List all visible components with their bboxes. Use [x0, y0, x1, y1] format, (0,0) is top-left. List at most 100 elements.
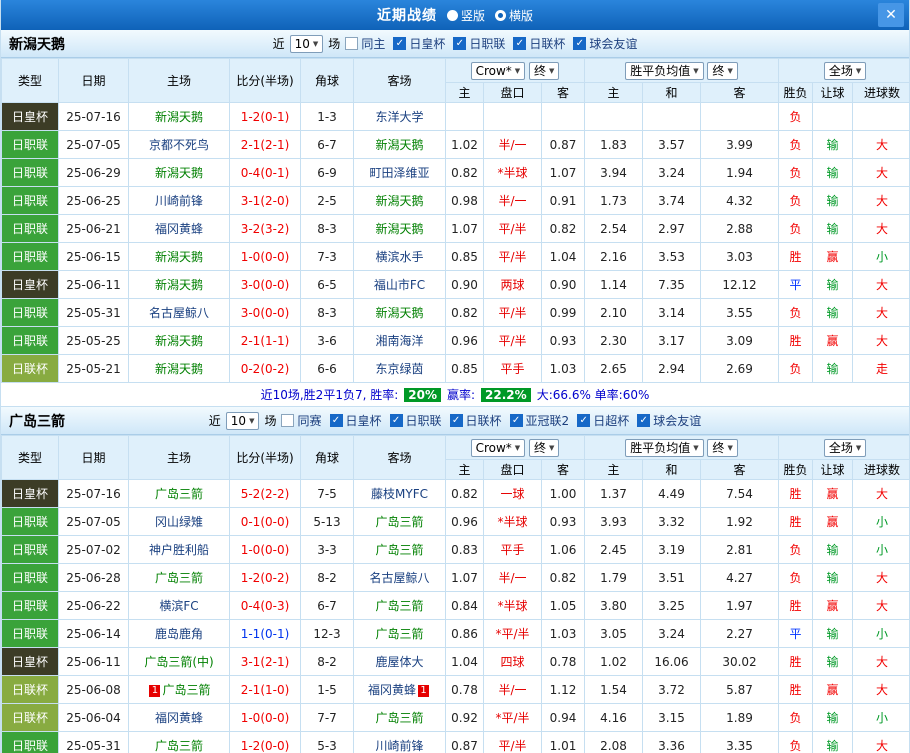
- filter-checkbox[interactable]: ✓ 亚冠联2: [509, 412, 569, 429]
- filter-checkbox[interactable]: 同主: [345, 35, 385, 52]
- corners-cell: 1-5: [300, 675, 354, 704]
- avg-final-select[interactable]: 终 ▼: [707, 61, 738, 80]
- away-team-name[interactable]: 名古屋鲸八: [369, 571, 429, 585]
- match-count-select[interactable]: 10 ▼: [289, 34, 324, 53]
- home-team-name[interactable]: 横滨FC: [159, 599, 198, 613]
- scope-header-group: 全场 ▼: [778, 435, 909, 460]
- score-link[interactable]: 0-2(0-2): [241, 362, 290, 376]
- filter-checkbox[interactable]: ✓ 球会友谊: [637, 412, 701, 429]
- score-link[interactable]: 3-0(0-0): [241, 278, 290, 292]
- home-team-name[interactable]: 冈山绿雉: [155, 515, 203, 529]
- match-date-cell: 25-06-11: [58, 647, 129, 676]
- score-link[interactable]: 1-2(0-1): [241, 110, 290, 124]
- odds-final-select[interactable]: 终 ▼: [529, 438, 560, 457]
- away-team-name[interactable]: 广岛三箭: [375, 627, 423, 641]
- home-team-name[interactable]: 新潟天鹅: [155, 110, 203, 124]
- odds-company-select[interactable]: Crow* ▼: [470, 438, 526, 457]
- match-type-cell: 日职联: [1, 619, 59, 648]
- avg-final-select[interactable]: 终 ▼: [707, 438, 738, 457]
- home-team-name[interactable]: 福冈黄蜂: [155, 711, 203, 725]
- home-team-name[interactable]: 京都不死鸟: [149, 138, 209, 152]
- away-team-name[interactable]: 川崎前锋: [375, 739, 423, 753]
- match-row: 日职联 25-07-02 神户胜利船 1-0(0-0) 3-3 广岛三箭 0.83 平手 1.0…: [1, 535, 909, 564]
- away-team-name[interactable]: 广岛三箭: [375, 515, 423, 529]
- home-team-name[interactable]: 广岛三箭: [162, 683, 210, 697]
- score-link[interactable]: 1-1(0-1): [241, 627, 290, 641]
- filter-checkbox[interactable]: ✓ 日联杯: [513, 35, 565, 52]
- score-cell: 3-1(2-0): [229, 186, 301, 215]
- match-count-select[interactable]: 10 ▼: [225, 411, 260, 430]
- away-team-name[interactable]: 湘南海洋: [375, 334, 423, 348]
- away-team-name[interactable]: 新潟天鹅: [375, 306, 423, 320]
- scope-select[interactable]: 全场 ▼: [823, 438, 867, 457]
- score-link[interactable]: 3-1(2-1): [241, 655, 290, 669]
- home-team-name[interactable]: 新潟天鹅: [155, 362, 203, 376]
- away-team-name[interactable]: 鹿屋体大: [375, 655, 423, 669]
- away-team-name[interactable]: 东京绿茵: [375, 362, 423, 376]
- subcol-home-odds: 主: [445, 459, 484, 480]
- score-cell: 2-1(1-1): [229, 326, 301, 355]
- avg-odds-select[interactable]: 胜平负均值 ▼: [625, 61, 704, 80]
- home-team-name[interactable]: 名古屋鲸八: [149, 306, 209, 320]
- close-icon[interactable]: ✕: [878, 3, 904, 27]
- home-team-name[interactable]: 鹿岛鹿角: [155, 627, 203, 641]
- filter-checkbox[interactable]: ✓ 日联杯: [449, 412, 502, 429]
- away-team-name[interactable]: 福冈黄蜂: [368, 683, 416, 697]
- avg-away-cell: 12.12: [700, 270, 780, 299]
- filter-checkbox[interactable]: ✓ 日职联: [389, 412, 442, 429]
- filter-checkbox[interactable]: ✓ 日超杯: [577, 412, 629, 429]
- scope-select[interactable]: 全场 ▼: [823, 61, 867, 80]
- match-type-cell: 日职联: [1, 186, 59, 215]
- score-link[interactable]: 1-2(0-0): [241, 739, 290, 753]
- home-team-name[interactable]: 新潟天鹅: [155, 278, 203, 292]
- home-team-name[interactable]: 广岛三箭: [155, 739, 203, 753]
- col-type: 类型: [1, 435, 59, 480]
- filter-checkbox[interactable]: ✓ 日职联: [453, 35, 505, 52]
- score-link[interactable]: 0-1(0-0): [241, 515, 290, 529]
- away-team-name[interactable]: 横滨水手: [375, 250, 423, 264]
- score-link[interactable]: 2-1(2-1): [241, 138, 290, 152]
- odds-final-select[interactable]: 终 ▼: [529, 61, 560, 80]
- away-team-name[interactable]: 广岛三箭: [375, 543, 423, 557]
- home-team-name[interactable]: 新潟天鹅: [155, 250, 203, 264]
- filter-checkbox[interactable]: ✓ 日皇杯: [393, 35, 445, 52]
- away-team-name[interactable]: 福山市FC: [374, 278, 425, 292]
- score-link[interactable]: 3-0(0-0): [241, 306, 290, 320]
- avg-odds-select[interactable]: 胜平负均值 ▼: [625, 438, 704, 457]
- score-link[interactable]: 1-0(0-0): [241, 711, 290, 725]
- score-link[interactable]: 2-1(1-1): [241, 334, 290, 348]
- home-team-name[interactable]: 广岛三箭: [155, 487, 203, 501]
- home-team-name[interactable]: 福冈黄蜂: [155, 222, 203, 236]
- match-date-cell: 25-06-08: [58, 675, 129, 704]
- score-link[interactable]: 3-2(3-2): [241, 222, 290, 236]
- score-link[interactable]: 3-1(2-0): [241, 194, 290, 208]
- away-team-name[interactable]: 新潟天鹅: [375, 222, 423, 236]
- away-team-name[interactable]: 藤枝MYFC: [371, 487, 428, 501]
- score-link[interactable]: 2-1(1-0): [241, 683, 290, 697]
- home-team-name[interactable]: 新潟天鹅: [155, 334, 203, 348]
- home-team-name[interactable]: 神户胜利船: [149, 543, 209, 557]
- score-link[interactable]: 1-0(0-0): [241, 250, 290, 264]
- away-team-name[interactable]: 广岛三箭: [375, 711, 423, 725]
- filter-label: 日联杯: [465, 414, 502, 428]
- filter-checkbox[interactable]: ✓ 日皇杯: [329, 412, 382, 429]
- score-link[interactable]: 1-2(0-2): [241, 571, 290, 585]
- score-link[interactable]: 0-4(0-1): [241, 166, 290, 180]
- away-team-name[interactable]: 新潟天鹅: [375, 194, 423, 208]
- away-team-name[interactable]: 町田泽维亚: [369, 166, 429, 180]
- away-team-name[interactable]: 东洋大学: [375, 110, 423, 124]
- away-team-name[interactable]: 广岛三箭: [375, 599, 423, 613]
- home-team-name[interactable]: 广岛三箭(中): [144, 655, 213, 669]
- odds-company-select[interactable]: Crow* ▼: [470, 61, 526, 80]
- away-team-name[interactable]: 新潟天鹅: [375, 138, 423, 152]
- filter-checkbox[interactable]: 同赛: [281, 412, 322, 429]
- home-team-name[interactable]: 广岛三箭: [155, 571, 203, 585]
- layout-option-horizontal[interactable]: 横版: [495, 7, 533, 24]
- score-link[interactable]: 1-0(0-0): [241, 543, 290, 557]
- home-team-name[interactable]: 川崎前锋: [155, 194, 203, 208]
- score-link[interactable]: 5-2(2-2): [241, 487, 290, 501]
- home-team-name[interactable]: 新潟天鹅: [155, 166, 203, 180]
- layout-option-vertical[interactable]: 竖版: [446, 7, 485, 24]
- score-link[interactable]: 0-4(0-3): [241, 599, 290, 613]
- filter-checkbox[interactable]: ✓ 球会友谊: [573, 35, 637, 52]
